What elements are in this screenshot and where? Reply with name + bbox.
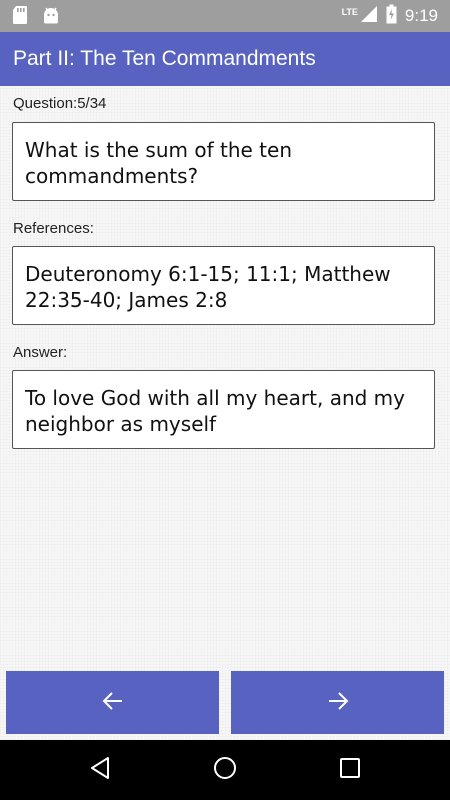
status-time: 9:19 [404,6,438,25]
arrow-left-icon [102,691,124,715]
android-icon [42,5,60,29]
arrow-right-icon [327,691,349,715]
status-right: LTE 9:19 [342,0,438,32]
app-title: Part II: The Ten Commandments [13,47,316,70]
network-type: LTE [341,7,358,17]
answer-label: Answer: [13,344,68,361]
recents-button[interactable] [335,755,365,785]
app-bar: Part II: The Ten Commandments [0,32,450,86]
references-card: Deuteronomy 6:1-15; 11:1; Matthew 22:35-… [12,246,435,325]
recents-icon [339,757,361,783]
battery-icon [386,4,397,28]
lte-signal-icon [360,5,378,27]
home-icon [213,756,237,784]
home-button[interactable] [210,755,240,785]
back-button[interactable] [85,755,115,785]
status-bar: LTE 9:19 [0,0,450,32]
next-button[interactable] [231,671,444,734]
back-icon [89,756,111,784]
question-label: Question:5/34 [13,95,107,112]
question-card: What is the sum of the ten commandments? [12,122,435,201]
system-nav-bar [0,740,450,800]
answer-card: To love God with all my heart, and my ne… [12,370,435,449]
previous-button[interactable] [6,671,219,734]
references-label: References: [13,220,94,237]
status-left [12,5,60,29]
screen: LTE 9:19 Part II: The Ten Commandments Q… [0,0,450,800]
sd-card-icon [12,5,28,29]
